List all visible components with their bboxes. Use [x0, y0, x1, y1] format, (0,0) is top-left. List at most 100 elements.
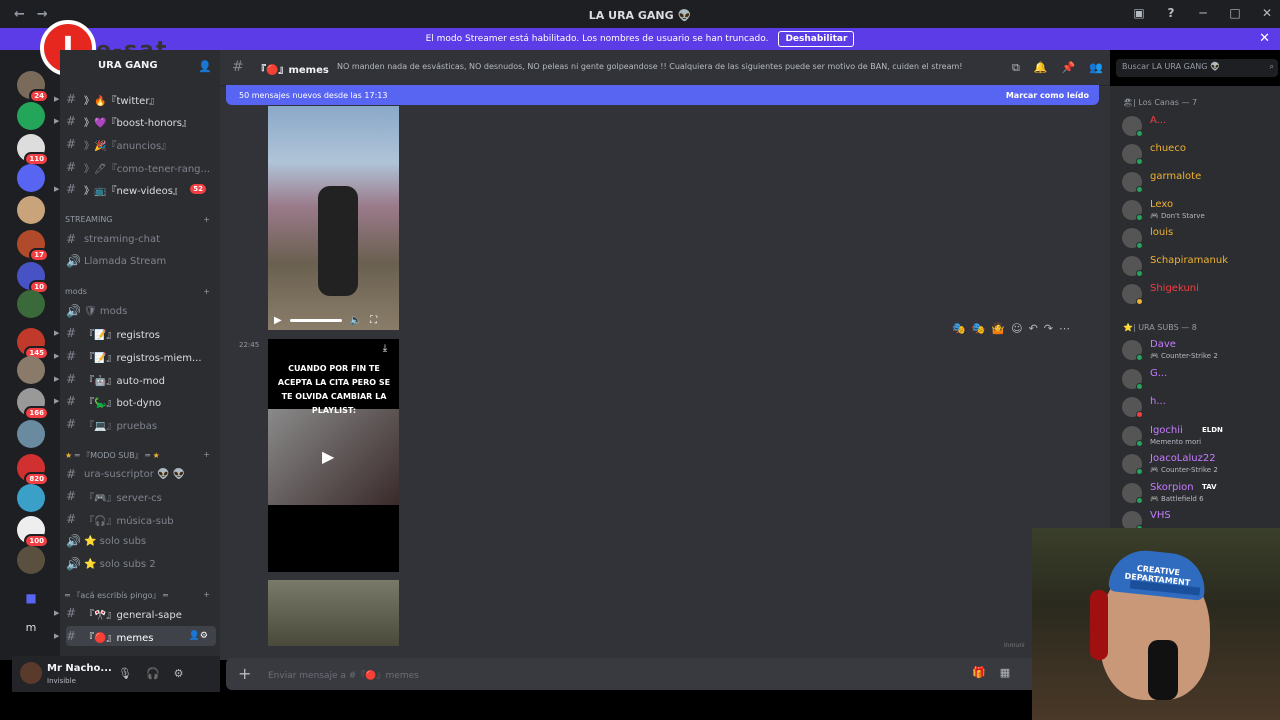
close-icon[interactable]: ✕ [1258, 6, 1276, 20]
video-attachment[interactable] [268, 580, 399, 646]
mark-read-button[interactable]: Marcar como leído [1006, 91, 1089, 100]
server-icon[interactable]: 10 [17, 262, 49, 294]
gear-icon[interactable]: ⚙ [174, 667, 184, 680]
guild-name[interactable]: URA GANG [98, 60, 158, 71]
channel-item[interactable]: # 》🎉『anuncios』 [66, 134, 216, 154]
server-icon[interactable] [17, 102, 45, 130]
channel-item[interactable]: ▶ # 『🎌』general-sape [54, 603, 216, 623]
video-progress[interactable] [289, 318, 342, 322]
inbox-icon[interactable]: ▣ [1130, 6, 1148, 20]
server-icon[interactable]: 110 [17, 134, 49, 166]
server-icon[interactable] [17, 164, 45, 192]
add-reaction-icon[interactable]: ☺ [1011, 322, 1022, 335]
channel-item[interactable]: ▶ # 『🤖』auto-mod [54, 369, 216, 389]
server-letter[interactable]: m [17, 614, 45, 642]
server-icon[interactable] [17, 484, 45, 512]
disable-streamer-button[interactable]: Deshabilitar [778, 31, 855, 47]
member-row[interactable]: Shigekuni [1120, 281, 1278, 307]
headphones-icon[interactable]: 🎧 [146, 667, 160, 680]
add-channel-icon[interactable]: + [203, 287, 210, 296]
download-icon[interactable]: ⤓ [375, 343, 395, 361]
close-banner-icon[interactable]: ✕ [1259, 31, 1270, 46]
channel-topic[interactable]: NO manden nada de esvásticas, NO desnudo… [337, 62, 963, 71]
forward-icon[interactable]: ↷ [1044, 322, 1053, 335]
channel-item[interactable]: # 『💻』pruebas [66, 414, 216, 434]
member-row[interactable]: chueco [1120, 141, 1278, 167]
threads-icon[interactable]: ⧉ [1012, 61, 1020, 75]
server-icon[interactable] [17, 290, 45, 318]
channel-item-active[interactable]: ▶ # 『🔴』memes 👤⚙ [54, 626, 216, 646]
back-icon[interactable]: ← [14, 7, 25, 22]
voice-channel-item[interactable]: 🔊 ⭐ solo subs [66, 531, 216, 551]
server-icon[interactable] [17, 546, 45, 574]
new-messages-bar[interactable]: 50 mensajes nuevos desde las 17:13 Marca… [226, 85, 1099, 105]
server-icon[interactable]: 17 [17, 230, 49, 262]
server-icon[interactable]: 820 [17, 454, 49, 486]
channel-item[interactable]: # ura-suscriptor 👽 👽 [66, 464, 216, 484]
member-row[interactable]: Dave 🎮 Counter-Strike 2 [1120, 337, 1278, 363]
minimize-icon[interactable]: ─ [1194, 6, 1212, 20]
category-streaming[interactable]: STREAMING + [65, 215, 210, 224]
channel-item[interactable]: # 『🎧』música-sub [66, 509, 216, 529]
server-icon[interactable]: 100 [17, 516, 49, 548]
invite-icon[interactable]: 👤 [198, 60, 212, 73]
pin-icon[interactable]: 📌 [1062, 61, 1076, 75]
server-icon[interactable]: 166 [17, 388, 49, 420]
voice-channel-item[interactable]: 🔊 ⭐ solo subs 2 [66, 554, 216, 574]
member-row[interactable]: Lexo 🎮 Don't Starve [1120, 197, 1278, 223]
member-row[interactable]: Igochii ELDN Memento mori [1120, 423, 1278, 449]
play-icon[interactable]: ▶ [322, 447, 344, 469]
members-icon[interactable]: 👥 [1089, 61, 1103, 75]
channel-item[interactable]: ▶ # 『📝』registros-miem... [54, 346, 216, 366]
reaction-icon[interactable]: 🤷 [991, 322, 1005, 335]
fullscreen-icon[interactable]: ⛶ [370, 315, 377, 326]
member-row[interactable]: h... [1120, 394, 1278, 420]
category-modo-sub[interactable]: ★ ═ 『MODO SUB』 ═ ★ + [65, 450, 210, 461]
channel-item[interactable]: # 》🖊『como-tener-rang... [66, 157, 216, 177]
bell-icon[interactable]: 🔔 [1034, 61, 1048, 75]
help-icon[interactable]: ? [1162, 6, 1180, 20]
server-icon[interactable] [17, 420, 45, 448]
server-icon[interactable] [17, 196, 45, 224]
server-icon[interactable]: 24 [17, 71, 49, 103]
user-name[interactable]: Mr Nacho... [47, 663, 112, 674]
video-attachment[interactable] [268, 106, 399, 330]
add-channel-icon[interactable]: + [203, 450, 210, 461]
reply-icon[interactable]: ↶ [1029, 322, 1038, 335]
folder-icon[interactable]: ■ [17, 584, 45, 612]
channel-settings-icon[interactable]: 👤⚙ [189, 631, 208, 641]
reaction-icon[interactable]: 🎭 [952, 322, 966, 335]
channel-item[interactable]: ▶ # 『🦕』bot-dyno [54, 391, 216, 411]
forward-icon[interactable]: → [37, 7, 48, 22]
add-channel-icon[interactable]: + [203, 215, 210, 224]
server-icon[interactable] [17, 356, 45, 384]
member-row[interactable]: louis [1120, 225, 1278, 251]
channel-item[interactable]: ▶ # 》💜『boost-honors』 [54, 111, 216, 131]
channel-item[interactable]: ▶ # 》🔥『twitter』 [54, 89, 216, 109]
maximize-icon[interactable]: □ [1226, 6, 1244, 20]
member-row[interactable]: G... [1120, 366, 1278, 392]
play-icon[interactable]: ▶ [274, 315, 282, 326]
mic-icon[interactable]: 🎙 [118, 667, 132, 680]
voice-channel-item[interactable]: 🔊 Llamada Stream [66, 251, 216, 271]
channel-item[interactable]: # 『🎮』server-cs [66, 486, 216, 506]
add-attachment-icon[interactable]: + [238, 664, 251, 683]
member-row[interactable]: JoacoLaluz22 🎮 Counter-Strike 2 [1120, 451, 1278, 477]
reaction-icon[interactable]: 🎭 [972, 322, 986, 335]
category-mods[interactable]: mods + [65, 287, 210, 296]
member-row[interactable]: Schapiramanuk [1120, 253, 1278, 279]
server-icon[interactable]: 145 [17, 328, 49, 360]
voice-channel-item[interactable]: 🔊 🛡 mods [66, 301, 216, 321]
member-row[interactable]: A... [1120, 113, 1278, 139]
more-icon[interactable]: ⋯ [1059, 322, 1070, 335]
add-channel-icon[interactable]: + [203, 590, 210, 601]
member-row[interactable]: Skorpion TAV 🎮 Battlefield 6 [1120, 480, 1278, 506]
gif-icon[interactable]: ▦ [1000, 666, 1010, 679]
gift-icon[interactable]: 🎁 [972, 666, 986, 679]
avatar[interactable] [20, 662, 42, 684]
channel-item[interactable]: ▶ # 『📝』registros [54, 323, 216, 343]
category-aca[interactable]: ═ 『acá escribís pingo』 ═ + [65, 590, 210, 601]
channel-item[interactable]: ▶ # 》📺『new-videos』 52 [54, 179, 216, 199]
search-input[interactable]: Buscar LA URA GANG 👽 ⌕ [1116, 59, 1278, 77]
member-row[interactable]: garmalote [1120, 169, 1278, 195]
